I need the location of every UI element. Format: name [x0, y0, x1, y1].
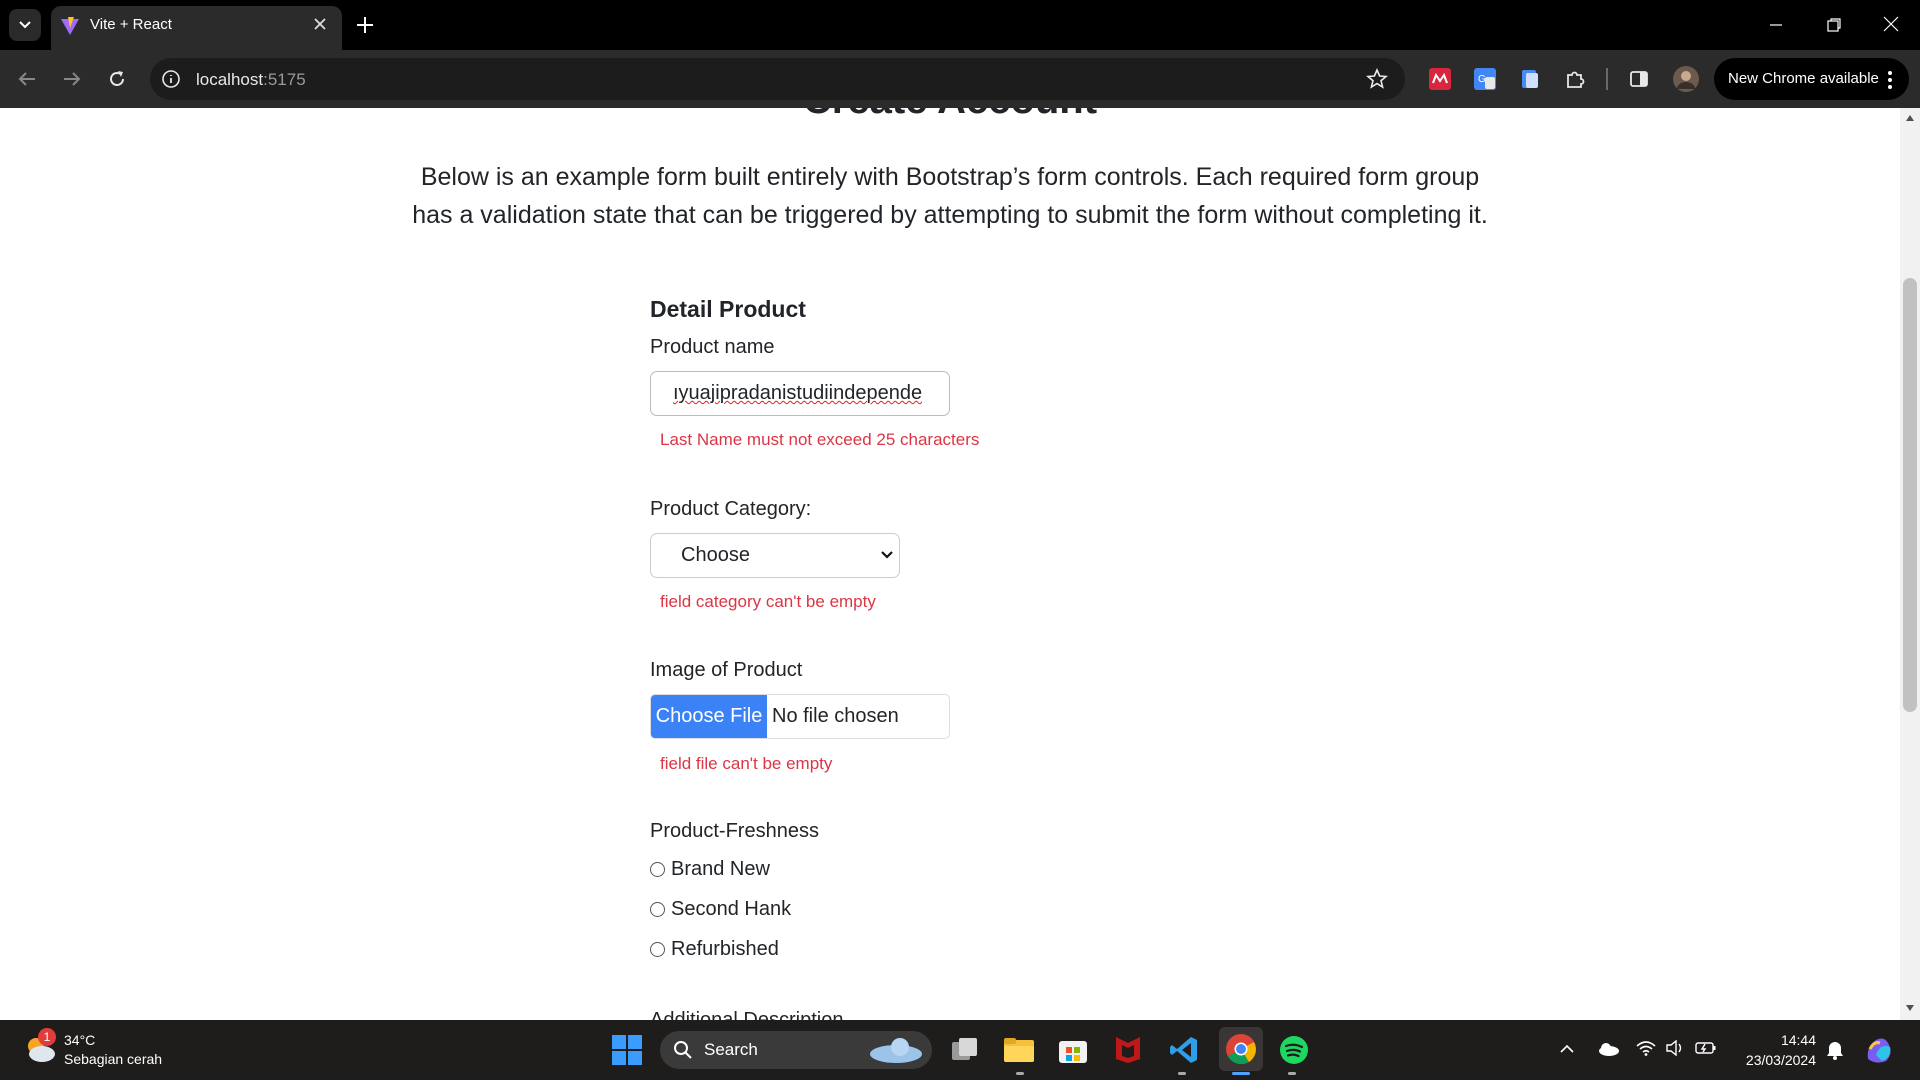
- back-icon[interactable]: [17, 69, 37, 89]
- taskbar-clock[interactable]: 14:44 23/03/2024: [1736, 1030, 1816, 1070]
- battery-charging-icon[interactable]: [1695, 1040, 1717, 1056]
- scrollbar-thumb[interactable]: [1903, 278, 1917, 712]
- forward-icon[interactable]: [62, 69, 82, 89]
- product-category-select[interactable]: Choose: [650, 533, 900, 578]
- product-category-error: field category can't be empty: [660, 592, 876, 611]
- active-indicator: [1232, 1072, 1250, 1075]
- product-category-label: Product Category:: [650, 498, 812, 520]
- page-lead-text: Below is an example form built entirely …: [412, 163, 1488, 229]
- running-indicator: [1178, 1072, 1186, 1075]
- task-view-icon[interactable]: [950, 1036, 980, 1064]
- vite-logo-icon: [60, 16, 80, 36]
- restore-window-icon[interactable]: [1826, 17, 1842, 33]
- radio-label: Refurbished: [671, 938, 779, 960]
- product-name-label: Product name: [650, 336, 775, 358]
- clock-date: 23/03/2024: [1745, 1052, 1816, 1068]
- bookmark-star-icon[interactable]: [1366, 68, 1388, 90]
- radio-label: Brand New: [671, 858, 770, 880]
- url-text: localhost:5175: [196, 70, 306, 89]
- close-tab-icon[interactable]: [311, 15, 329, 33]
- radio-button[interactable]: [650, 862, 665, 877]
- taskbar-search-label: Search: [704, 1040, 758, 1059]
- product-name-error: Last Name must not exceed 25 characters: [660, 430, 980, 449]
- radio-button[interactable]: [650, 902, 665, 917]
- address-bar[interactable]: [150, 58, 1405, 100]
- running-indicator: [1288, 1072, 1296, 1075]
- new-chrome-available-button[interactable]: New Chrome available: [1714, 58, 1909, 100]
- search-icon: [673, 1040, 693, 1060]
- new-tab-icon[interactable]: [354, 14, 376, 36]
- scroll-up-arrow-icon[interactable]: [1905, 114, 1915, 122]
- product-image-error: field file can't be empty: [660, 754, 833, 773]
- docs-extension-icon[interactable]: [1520, 68, 1540, 90]
- minimize-window-icon[interactable]: [1768, 17, 1784, 33]
- close-window-icon[interactable]: [1882, 15, 1900, 33]
- product-freshness-label: Product-Freshness: [650, 820, 819, 842]
- product-name-input[interactable]: ıyuajipradanistudiindepende: [650, 371, 950, 416]
- tab-search-button[interactable]: [9, 9, 41, 41]
- site-info-icon[interactable]: [161, 69, 181, 89]
- onedrive-icon[interactable]: [1597, 1042, 1619, 1056]
- reload-icon[interactable]: [107, 69, 127, 89]
- mcafee-icon[interactable]: [1114, 1035, 1142, 1065]
- section-title: Detail Product: [650, 296, 806, 322]
- tab-title: Vite + React: [90, 16, 172, 33]
- radio-second-hank[interactable]: Second Hank: [650, 898, 791, 921]
- search-highlight-cloud-icon: [868, 1036, 924, 1064]
- clock-time: 14:44: [1780, 1032, 1816, 1048]
- microsoft-store-icon[interactable]: [1058, 1035, 1088, 1065]
- radio-brand-new[interactable]: Brand New: [650, 858, 770, 881]
- page-title: Create Account: [0, 108, 1900, 123]
- windows-start-icon[interactable]: [612, 1035, 642, 1065]
- file-explorer-icon[interactable]: [1003, 1036, 1035, 1064]
- show-hidden-icons-chevron-icon[interactable]: [1559, 1042, 1575, 1054]
- scroll-down-arrow-icon[interactable]: [1905, 1004, 1915, 1012]
- radio-refurbished[interactable]: Refurbished: [650, 938, 779, 961]
- side-panel-icon[interactable]: [1629, 69, 1649, 89]
- radio-label: Second Hank: [671, 898, 792, 920]
- choose-file-button[interactable]: Choose File: [651, 695, 767, 738]
- weather-notification-badge: 1: [38, 1028, 56, 1046]
- additional-description-label: Additional Description: [650, 1009, 844, 1020]
- spotify-icon[interactable]: [1279, 1035, 1309, 1065]
- extensions-puzzle-icon[interactable]: [1564, 68, 1586, 90]
- product-image-label: Image of Product: [650, 659, 803, 681]
- svg-text:G: G: [1478, 74, 1486, 85]
- toolbar-divider: [1606, 68, 1608, 90]
- wifi-icon[interactable]: [1636, 1040, 1656, 1056]
- weather-description: Sebagian cerah: [64, 1051, 163, 1067]
- volume-icon[interactable]: [1665, 1040, 1685, 1056]
- notification-bell-icon[interactable]: [1826, 1040, 1844, 1060]
- page-viewport: Create Account Below is an example form …: [0, 108, 1900, 1020]
- radio-button[interactable]: [650, 942, 665, 957]
- chrome-icon[interactable]: [1225, 1033, 1257, 1065]
- copilot-icon[interactable]: [1864, 1035, 1896, 1065]
- running-indicator: [1016, 1072, 1024, 1075]
- chevron-down-icon: [880, 550, 894, 560]
- chevron-down-icon: [19, 21, 31, 29]
- profile-avatar[interactable]: [1673, 66, 1699, 92]
- mendeley-extension-icon[interactable]: [1429, 68, 1451, 90]
- more-menu-icon[interactable]: [1887, 70, 1893, 90]
- weather-temperature: 34°C: [64, 1032, 96, 1048]
- weather-widget[interactable]: 34°C Sebagian cerah: [64, 1031, 162, 1069]
- file-status-text: No file chosen: [772, 705, 899, 727]
- vscode-icon[interactable]: [1169, 1035, 1199, 1065]
- translate-extension-icon[interactable]: G: [1474, 68, 1496, 90]
